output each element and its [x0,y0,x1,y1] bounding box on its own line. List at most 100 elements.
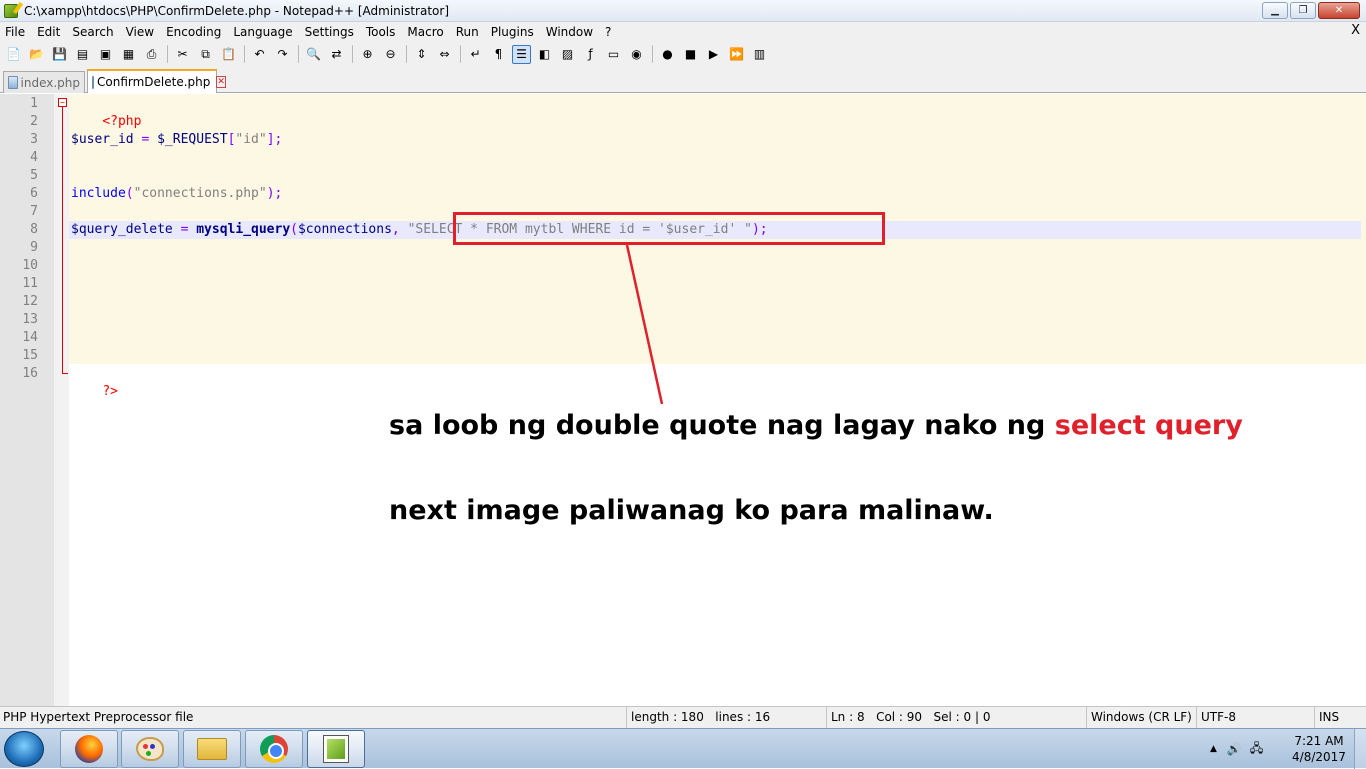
record-macro-icon[interactable]: ● [658,45,677,64]
menu-edit[interactable]: Edit [31,25,66,39]
status-sel: Sel : 0 | 0 [933,710,991,724]
taskbar-notepadpp[interactable] [307,730,365,768]
toolbar-separator [406,45,407,63]
close-document-button[interactable]: X [1351,23,1360,38]
tab-confirmdelete-php[interactable]: ConfirmDelete.php ✕ [87,69,226,93]
undo-icon[interactable]: ↶ [250,45,269,64]
taskbar-explorer[interactable] [183,730,241,768]
status-ln: Ln : 8 [831,710,865,724]
status-position: Ln : 8 Col : 90 Sel : 0 | 0 [826,707,1086,728]
show-all-chars-icon[interactable]: ¶ [489,45,508,64]
network-icon[interactable]: 🖧 [1250,739,1263,760]
status-file-type: PHP Hypertext Preprocessor file [3,710,194,724]
menu-settings[interactable]: Settings [299,25,360,39]
clock-time: 7:21 AM [1294,734,1344,748]
save-all-icon[interactable]: ▤ [73,45,92,64]
clock-date: 4/8/2017 [1292,750,1346,764]
menu-language[interactable]: Language [227,25,298,39]
open-file-icon[interactable]: 📂 [27,45,46,64]
taskbar-paint[interactable] [121,730,179,768]
play-macro-icon[interactable]: ▶ [704,45,723,64]
firefox-icon [75,735,103,763]
status-insert-mode[interactable]: INS [1314,707,1366,728]
close-icon[interactable]: ▣ [96,45,115,64]
copy-icon[interactable]: ⧉ [196,45,215,64]
status-length: length : 180 [631,710,704,724]
annotation-text-black: sa loob ng double quote nag lagay nako n… [389,410,1055,441]
sync-horizontal-icon[interactable]: ⇔ [435,45,454,64]
notepadpp-app-icon[interactable] [4,3,18,18]
clock[interactable]: 7:21 AM 4/8/2017 [1285,733,1353,765]
function-list-icon[interactable]: ƒ [581,45,600,64]
taskbar-firefox[interactable] [60,730,118,768]
tab-index-php[interactable]: index.php ✕ [3,71,85,93]
menu-file[interactable]: File [0,25,31,39]
status-encoding[interactable]: UTF-8 [1196,707,1314,728]
start-button[interactable] [4,731,44,767]
status-eol[interactable]: Windows (CR LF) [1086,707,1196,728]
window-title: C:\xampp\htdocs\PHP\ConfirmDelete.php - … [24,3,450,18]
annotation-text-1: sa loob ng double quote nag lagay nako n… [389,410,1243,441]
menu-encoding[interactable]: Encoding [160,25,227,39]
run-macro-multiple-icon[interactable]: ⏩ [727,45,746,64]
toolbar-separator [652,45,653,63]
save-macro-icon[interactable]: ▥ [750,45,769,64]
tab-label: index.php [20,75,80,90]
toolbar-separator [460,45,461,63]
close-all-icon[interactable]: ▦ [119,45,138,64]
status-length-lines: length : 180 lines : 16 [626,707,826,728]
menu-bar: File Edit Search View Encoding Language … [0,22,1366,42]
chrome-icon [260,735,288,763]
annotation-text-red: select query [1054,410,1243,441]
status-bar: PHP Hypertext Preprocessor file length :… [0,706,1366,728]
doc-map-icon[interactable]: ▨ [558,45,577,64]
monitoring-icon[interactable]: ◉ [627,45,646,64]
system-tray: ▲ 🔊 🖧 [1210,729,1263,769]
redo-icon[interactable]: ↷ [273,45,292,64]
close-window-button[interactable]: ✕ [1318,2,1360,19]
tab-close-icon[interactable]: ✕ [216,76,226,88]
volume-icon[interactable]: 🔊 [1227,742,1242,756]
taskbar-chrome[interactable] [245,730,303,768]
menu-help[interactable]: ? [599,25,617,39]
annotation-line [625,244,664,405]
status-lines: lines : 16 [715,710,771,724]
toolbar: 📄 📂 💾 ▤ ▣ ▦ ⎙ ✂ ⧉ 📋 ↶ ↷ 🔍 ⇄ ⊕ ⊖ ⇕ ⇔ ↵ ¶ ☰ ◧ ▨ ƒ ▭ ◉ ● ■ ▶ ⏩ ▥ [0,42,1366,66]
folder-workspace-icon[interactable]: ▭ [604,45,623,64]
file-icon [92,75,94,89]
save-icon[interactable]: 💾 [50,45,69,64]
code-editor[interactable]: 1 2 3 4 5 6 7 8 9 10 11 12 13 14 15 16 − <?php $user_id… [0,94,1366,706]
user-language-icon[interactable]: ◧ [535,45,554,64]
menu-view[interactable]: View [120,25,160,39]
show-desktop-button[interactable] [1354,729,1366,769]
show-hidden-icons-arrow-icon[interactable]: ▲ [1210,744,1217,754]
file-icon [8,76,18,89]
minimize-button[interactable]: ▁ [1262,2,1288,19]
replace-icon[interactable]: ⇄ [327,45,346,64]
menu-plugins[interactable]: Plugins [485,25,540,39]
indent-guide-icon[interactable]: ☰ [512,44,531,64]
toolbar-separator [244,45,245,63]
word-wrap-icon[interactable]: ↵ [466,45,485,64]
annotation-pointer-line [625,244,664,405]
print-icon[interactable]: ⎙ [142,45,161,64]
toolbar-separator [298,45,299,63]
paste-icon[interactable]: 📋 [219,45,238,64]
menu-run[interactable]: Run [450,25,485,39]
new-file-icon[interactable]: 📄 [4,45,23,64]
taskbar: ▲ 🔊 🖧 7:21 AM 4/8/2017 [0,728,1366,769]
tab-label: ConfirmDelete.php [97,75,211,89]
title-bar: C:\xampp\htdocs\PHP\ConfirmDelete.php - … [0,0,1366,22]
zoom-in-icon[interactable]: ⊕ [358,45,377,64]
find-icon[interactable]: 🔍 [304,45,323,64]
cut-icon[interactable]: ✂ [173,45,192,64]
menu-window[interactable]: Window [540,25,599,39]
stop-record-icon[interactable]: ■ [681,45,700,64]
zoom-out-icon[interactable]: ⊖ [381,45,400,64]
maximize-button[interactable]: ❐ [1290,2,1316,19]
toolbar-separator [167,45,168,63]
menu-macro[interactable]: Macro [401,25,449,39]
sync-vertical-icon[interactable]: ⇕ [412,45,431,64]
menu-tools[interactable]: Tools [360,25,402,39]
menu-search[interactable]: Search [66,25,119,39]
